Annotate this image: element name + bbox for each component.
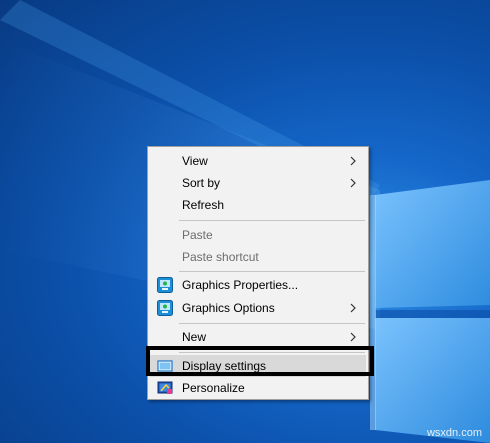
menu-item-refresh[interactable]: Refresh xyxy=(150,194,366,216)
menu-item-view[interactable]: View xyxy=(150,150,366,172)
menu-separator xyxy=(179,323,365,324)
chevron-right-icon xyxy=(350,303,356,313)
desktop-context-menu: View Sort by Refresh Paste Paste shortcu… xyxy=(147,146,369,400)
intel-graphics-icon xyxy=(157,300,173,316)
menu-item-label: Graphics Options xyxy=(182,301,275,315)
display-icon xyxy=(157,360,173,372)
menu-item-sort-by[interactable]: Sort by xyxy=(150,172,366,194)
menu-item-label: Paste xyxy=(182,228,213,242)
menu-separator xyxy=(179,220,365,221)
chevron-right-icon xyxy=(350,156,356,166)
menu-item-label: Sort by xyxy=(182,176,221,190)
menu-item-label: New xyxy=(182,330,207,344)
menu-item-paste-shortcut: Paste shortcut xyxy=(150,246,366,268)
menu-item-label: Graphics Properties... xyxy=(182,278,299,292)
menu-item-label: Paste shortcut xyxy=(182,250,259,264)
menu-separator xyxy=(179,271,365,272)
menu-item-label: Refresh xyxy=(182,198,225,212)
menu-item-paste: Paste xyxy=(150,224,366,246)
menu-item-personalize[interactable]: Personalize xyxy=(150,377,366,399)
watermark-text: wsxdn.com xyxy=(426,427,482,439)
menu-item-graphics-properties[interactable]: Graphics Properties... xyxy=(150,274,366,296)
menu-item-label: Display settings xyxy=(182,359,267,373)
intel-graphics-icon xyxy=(157,277,173,293)
menu-item-display-settings[interactable]: Display settings xyxy=(150,355,366,377)
personalize-icon xyxy=(157,381,173,394)
menu-item-graphics-options[interactable]: Graphics Options xyxy=(150,297,366,319)
menu-item-label: Personalize xyxy=(182,381,245,395)
menu-separator xyxy=(179,352,365,353)
chevron-right-icon xyxy=(350,332,356,342)
chevron-right-icon xyxy=(350,178,356,188)
menu-item-new[interactable]: New xyxy=(150,326,366,348)
menu-item-label: View xyxy=(182,154,208,168)
